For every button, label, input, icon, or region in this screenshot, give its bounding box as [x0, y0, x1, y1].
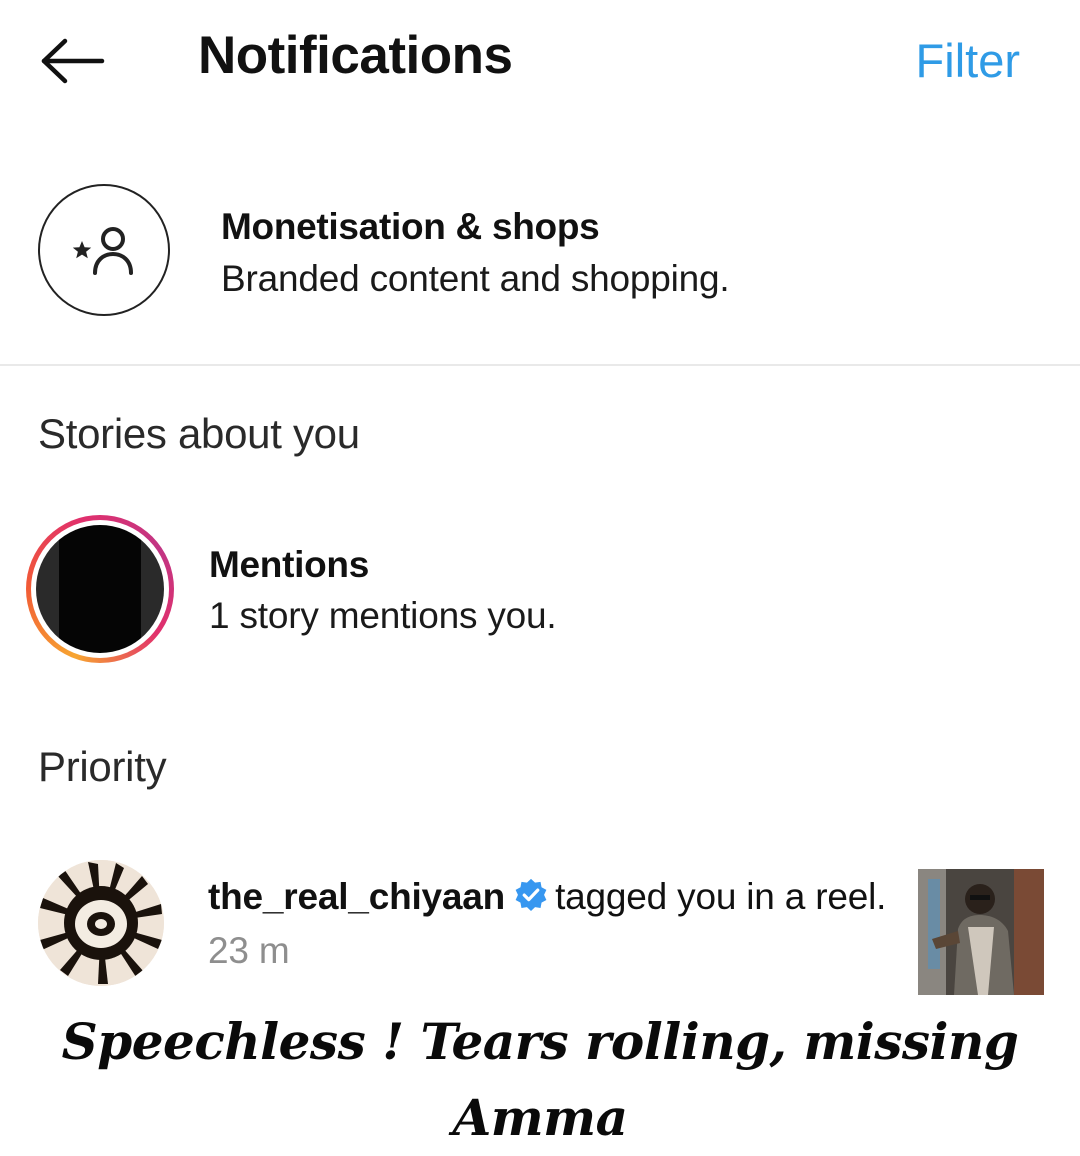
- back-button[interactable]: [30, 26, 114, 96]
- reel-preview-image: [918, 869, 1044, 995]
- monetisation-title: Monetisation & shops: [221, 206, 600, 247]
- notification-text: the_real_chiyaan tagged you in a reel. 2…: [208, 870, 888, 978]
- page-title: Notifications: [198, 26, 513, 85]
- sun-emblem-avatar: [38, 860, 164, 986]
- filter-button[interactable]: Filter: [916, 30, 1020, 92]
- avatar[interactable]: [38, 860, 164, 986]
- monetisation-row[interactable]: Monetisation & shops Branded content and…: [0, 170, 1080, 340]
- priority-section-header: Priority: [38, 743, 167, 790]
- notification-action: tagged you in a reel.: [555, 876, 887, 917]
- caption-text: Speechless ! Tears rolling, missing Amma: [61, 1012, 1019, 1147]
- priority-notification-row[interactable]: the_real_chiyaan tagged you in a reel. 2…: [0, 850, 1080, 1010]
- monetisation-icon-circle: [38, 184, 170, 316]
- notification-timestamp: 23 m: [208, 930, 290, 971]
- notification-username[interactable]: the_real_chiyaan: [208, 876, 505, 917]
- mentions-row[interactable]: Mentions 1 story mentions you.: [0, 505, 1080, 665]
- stories-section-header: Stories about you: [38, 410, 360, 457]
- section-divider: [0, 364, 1080, 366]
- mentions-subtitle: 1 story mentions you.: [209, 595, 557, 636]
- verified-badge-icon: [515, 878, 547, 911]
- arrow-left-icon: [41, 38, 105, 84]
- person-star-icon: [72, 227, 133, 275]
- story-ring[interactable]: [26, 515, 174, 663]
- story-thumbnail: [36, 525, 164, 653]
- monetisation-subtitle: Branded content and shopping.: [221, 258, 730, 299]
- reel-thumbnail[interactable]: [918, 869, 1044, 995]
- mentions-title: Mentions: [209, 544, 369, 585]
